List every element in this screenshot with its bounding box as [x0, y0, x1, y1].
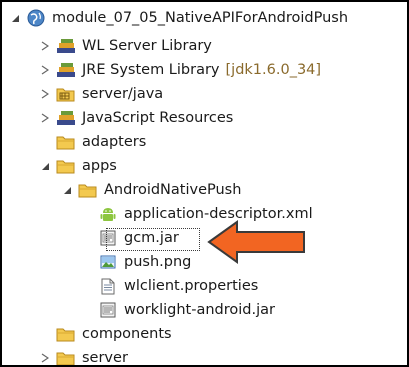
collapsed-triangle-icon[interactable] [38, 106, 52, 130]
tree-item-label: server/java [82, 86, 164, 102]
tree-item-label: JRE System Library [82, 62, 220, 78]
library-books-icon [56, 61, 76, 79]
tree-item-label: components [82, 326, 172, 342]
tree-item-components[interactable]: components [2, 322, 407, 346]
expanded-triangle-icon[interactable] [38, 154, 52, 178]
tree-item-label: JavaScript Resources [82, 110, 234, 126]
tree-item-label: adapters [82, 134, 147, 150]
tree-item-project[interactable]: module_07_05_NativeAPIForAndroidPush [2, 6, 407, 30]
no-toggle-spacer [38, 322, 52, 346]
tree-item-push-png[interactable]: push.png [2, 250, 407, 274]
collapsed-triangle-icon[interactable] [38, 346, 52, 365]
tree-item-label: WL Server Library [82, 38, 212, 54]
folder-icon [78, 181, 98, 199]
tree-item-label: wlclient.properties [124, 278, 259, 294]
project-globe-icon [26, 9, 46, 27]
tree-item-apps[interactable]: apps [2, 154, 407, 178]
expanded-triangle-icon[interactable] [8, 6, 22, 30]
tree-item-server-java[interactable]: server/java [2, 82, 407, 106]
tree-item-javascript-resources[interactable]: JavaScript Resources [2, 106, 407, 130]
tree-item-application-descriptor[interactable]: application-descriptor.xml [2, 202, 407, 226]
library-books-icon [56, 37, 76, 55]
folder-icon [56, 325, 76, 343]
folder-icon [56, 133, 76, 151]
no-toggle-spacer [38, 130, 52, 154]
tree-item-label: module_07_05_NativeAPIForAndroidPush [52, 10, 349, 26]
library-books-icon [56, 109, 76, 127]
callout-arrow-icon [207, 220, 305, 264]
collapsed-triangle-icon[interactable] [38, 82, 52, 106]
collapsed-triangle-icon[interactable] [38, 58, 52, 82]
jdk-version-decoration: [jdk1.6.0_34] [225, 62, 322, 78]
folder-icon [56, 157, 76, 175]
text-file-icon [98, 277, 118, 295]
tree-item-gcm-jar[interactable]: gcm.jar [2, 226, 407, 250]
tree-item-adapters[interactable]: adapters [2, 130, 407, 154]
tree-item-jre-system-library[interactable]: JRE System Library [jdk1.6.0_34] [2, 58, 407, 82]
tree-item-android-native-push[interactable]: AndroidNativePush [2, 178, 407, 202]
tree-item-label: worklight-android.jar [124, 302, 275, 318]
tree-item-label: apps [82, 158, 117, 174]
folder-icon [56, 349, 76, 365]
jar-file-icon [98, 301, 118, 319]
tree-item-server[interactable]: server [2, 346, 407, 366]
tree-item-worklight-android-jar[interactable]: worklight-android.jar [2, 298, 407, 322]
tree-item-label: push.png [124, 254, 192, 270]
tree-item-wl-server-library[interactable]: WL Server Library [2, 34, 407, 58]
tree-item-label: AndroidNativePush [104, 182, 242, 198]
source-folder-icon [56, 85, 76, 103]
collapsed-triangle-icon[interactable] [38, 34, 52, 58]
tree-item-wlclient-properties[interactable]: wlclient.properties [2, 274, 407, 298]
selection-focus-outline [106, 228, 200, 251]
image-file-icon [98, 253, 118, 271]
android-icon [98, 205, 118, 223]
tree-item-label: server [82, 350, 128, 366]
project-explorer-tree: module_07_05_NativeAPIForAndroidPush WL … [0, 0, 409, 367]
expanded-triangle-icon[interactable] [60, 178, 74, 202]
